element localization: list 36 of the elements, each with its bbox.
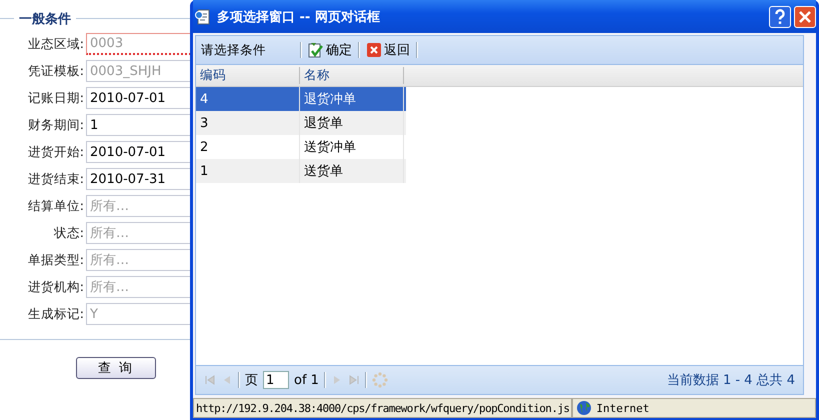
first-page-icon[interactable] (204, 374, 216, 386)
page-icon (195, 8, 211, 24)
help-button[interactable] (769, 6, 791, 28)
table-row[interactable]: 1 送货单 (196, 159, 406, 183)
table-row[interactable]: 4 退货冲单 (196, 87, 406, 111)
close-button[interactable] (794, 6, 816, 28)
table-row[interactable]: 3 退货单 (196, 111, 406, 135)
field-label: 财务期间: (26, 116, 84, 134)
confirm-button[interactable]: 确定 (306, 41, 354, 59)
check-document-icon (308, 42, 324, 58)
column-header[interactable]: 名称 (300, 67, 404, 84)
column-header[interactable]: 编码 (196, 67, 300, 84)
page-input[interactable]: 1 (263, 371, 289, 389)
field-label: 进货开始: (26, 144, 84, 160)
last-page-icon[interactable] (348, 374, 360, 386)
back-button[interactable]: 返回 (364, 41, 412, 59)
field-label: 凭证模板: (26, 62, 84, 80)
page-count: of 1 (294, 372, 319, 388)
page-label: 页 (245, 372, 258, 389)
section-legend: 一般条件 (14, 10, 76, 28)
field-label: 生成标记: (26, 306, 84, 322)
field-label: 记账日期: (26, 90, 84, 106)
field-label: 单据类型: (26, 252, 84, 268)
field-label: 状态: (52, 224, 84, 242)
globe-icon (576, 400, 592, 416)
field-label: 结算单位: (26, 198, 84, 214)
field-label: 进货机构: (26, 278, 84, 296)
zone-label: Internet (596, 402, 650, 414)
field-label: 进货结束: (26, 170, 84, 188)
query-button[interactable]: 查 询 (76, 357, 156, 379)
refresh-icon[interactable] (372, 372, 388, 388)
record-summary: 当前数据 1 - 4 总共 4 (666, 372, 795, 389)
window-title: 多项选择窗口 -- 网页对话框 (217, 8, 380, 26)
status-url: http://192.9.204.38:4000/cps/framework/wfquery/popCondition.js (193, 398, 572, 418)
field-label: 业态区域: (26, 36, 84, 52)
close-icon (366, 42, 382, 58)
